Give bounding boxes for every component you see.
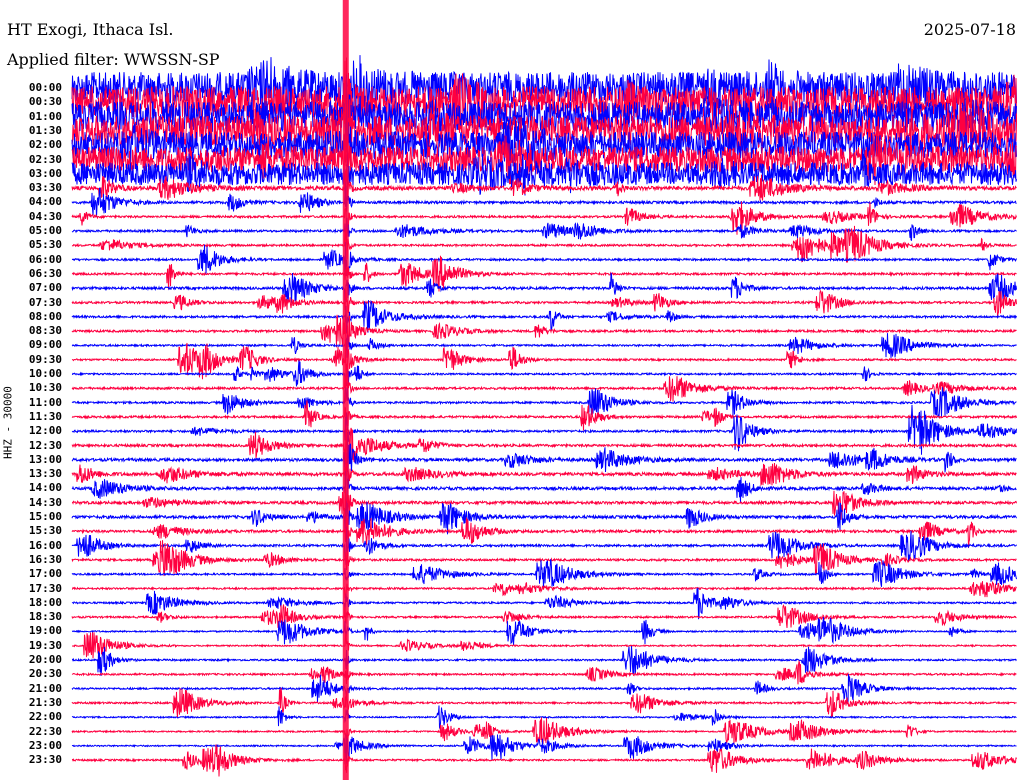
helicorder-plot — [71, 0, 1017, 780]
trace-line — [71, 404, 1017, 455]
trace-line — [71, 645, 1017, 676]
trace-line — [71, 659, 1017, 685]
trace-line — [72, 632, 1017, 659]
trace-line — [71, 687, 1017, 718]
trace-line — [71, 717, 1017, 745]
trace-line — [71, 387, 1017, 418]
trace-line — [71, 516, 1017, 548]
filter-label: Applied filter: WWSSN-SP — [7, 50, 220, 69]
trace-line — [71, 487, 1017, 529]
trace-line — [71, 587, 1017, 620]
trace-line — [71, 333, 1017, 358]
trace-line — [71, 400, 1017, 434]
trace-line — [71, 558, 1017, 590]
trace-line — [71, 287, 1017, 318]
trace-line — [71, 617, 1017, 646]
trace-line — [71, 431, 1017, 487]
major-event-mark — [342, 0, 349, 780]
trace-line — [71, 604, 1017, 629]
trace-line — [71, 501, 1017, 535]
trace-line — [71, 580, 1017, 599]
trace-line — [71, 373, 1017, 402]
